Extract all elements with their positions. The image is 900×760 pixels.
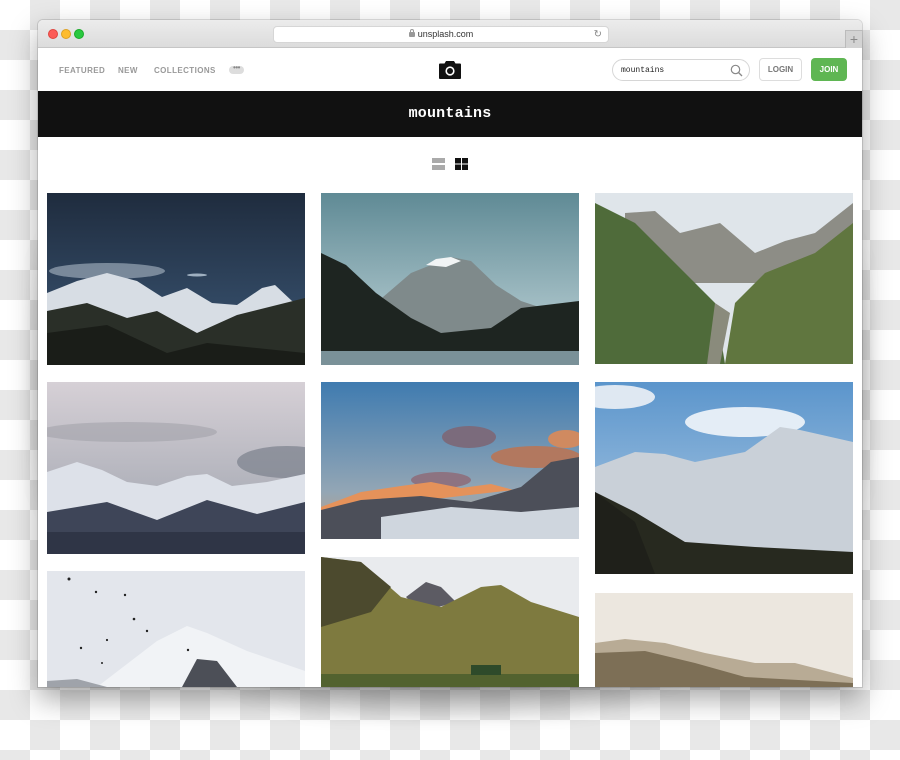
browser-titlebar: unsplash.com ↻ + (38, 20, 862, 48)
photo-6-image (595, 382, 853, 574)
search-title-banner: mountains (38, 91, 862, 137)
photo-1[interactable] (47, 193, 305, 365)
photo-7-image (47, 571, 305, 687)
close-window-button[interactable] (48, 29, 58, 39)
site-header: FEATURED NEW COLLECTIONS ••• LOGIN JOIN (38, 48, 862, 91)
login-button[interactable]: LOGIN (759, 58, 802, 81)
photo-2[interactable] (321, 193, 579, 365)
photo-5-image (321, 382, 579, 539)
join-button[interactable]: JOIN (811, 58, 847, 81)
photo-6[interactable] (595, 382, 853, 574)
search-input[interactable] (621, 63, 721, 77)
new-tab-button[interactable]: + (845, 30, 862, 48)
nav-new-link[interactable]: NEW (118, 66, 138, 75)
lock-icon (408, 29, 415, 37)
photo-9[interactable] (595, 593, 853, 687)
search-box (612, 59, 750, 81)
reload-icon[interactable]: ↻ (594, 27, 602, 42)
photo-8-image (321, 557, 579, 687)
url-text: unsplash.com (417, 29, 474, 39)
address-bar[interactable]: unsplash.com ↻ (273, 26, 609, 43)
photo-3-image (595, 193, 853, 364)
nav-collections-link[interactable]: COLLECTIONS (154, 66, 216, 75)
photo-4[interactable] (47, 382, 305, 554)
photo-5[interactable] (321, 382, 579, 539)
minimize-window-button[interactable] (61, 29, 71, 39)
photo-4-image (47, 382, 305, 554)
page-title: mountains (408, 105, 492, 122)
photo-3[interactable] (595, 193, 853, 364)
search-icon[interactable] (730, 64, 743, 77)
browser-window: unsplash.com ↻ + FEATURED NEW COLLECTION… (38, 20, 862, 687)
nav-featured-link[interactable]: FEATURED (59, 66, 105, 75)
grid-view-icon[interactable] (455, 158, 468, 170)
photo-1-image (47, 193, 305, 365)
maximize-window-button[interactable] (74, 29, 84, 39)
photo-9-image (595, 593, 853, 687)
camera-icon[interactable] (439, 60, 461, 79)
more-menu-button[interactable]: ••• (229, 64, 244, 74)
photo-8[interactable] (321, 557, 579, 687)
photo-7[interactable] (47, 571, 305, 687)
list-view-icon[interactable] (432, 158, 445, 170)
photo-2-image (321, 193, 579, 365)
